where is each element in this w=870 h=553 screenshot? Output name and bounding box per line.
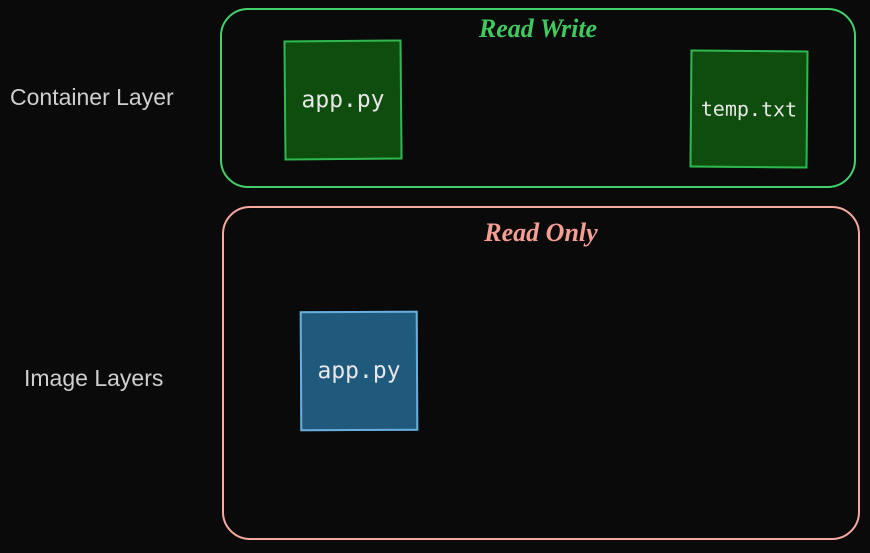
image-panel-title: Read Only	[484, 218, 597, 248]
file-box-temp: temp.txt	[689, 49, 808, 168]
file-box-app-container: app.py	[283, 39, 402, 160]
container-layer-label: Container Layer	[10, 84, 174, 111]
file-box-app-image: app.py	[300, 311, 419, 432]
file-label: app.py	[301, 87, 384, 114]
container-layer-panel: Read Write app.py temp.txt	[220, 8, 856, 188]
file-label: temp.txt	[701, 97, 798, 122]
image-layers-panel: Read Only app.py	[222, 206, 860, 540]
file-label: app.py	[317, 358, 400, 384]
container-panel-title: Read Write	[479, 14, 597, 44]
image-layers-label: Image Layers	[24, 365, 163, 392]
